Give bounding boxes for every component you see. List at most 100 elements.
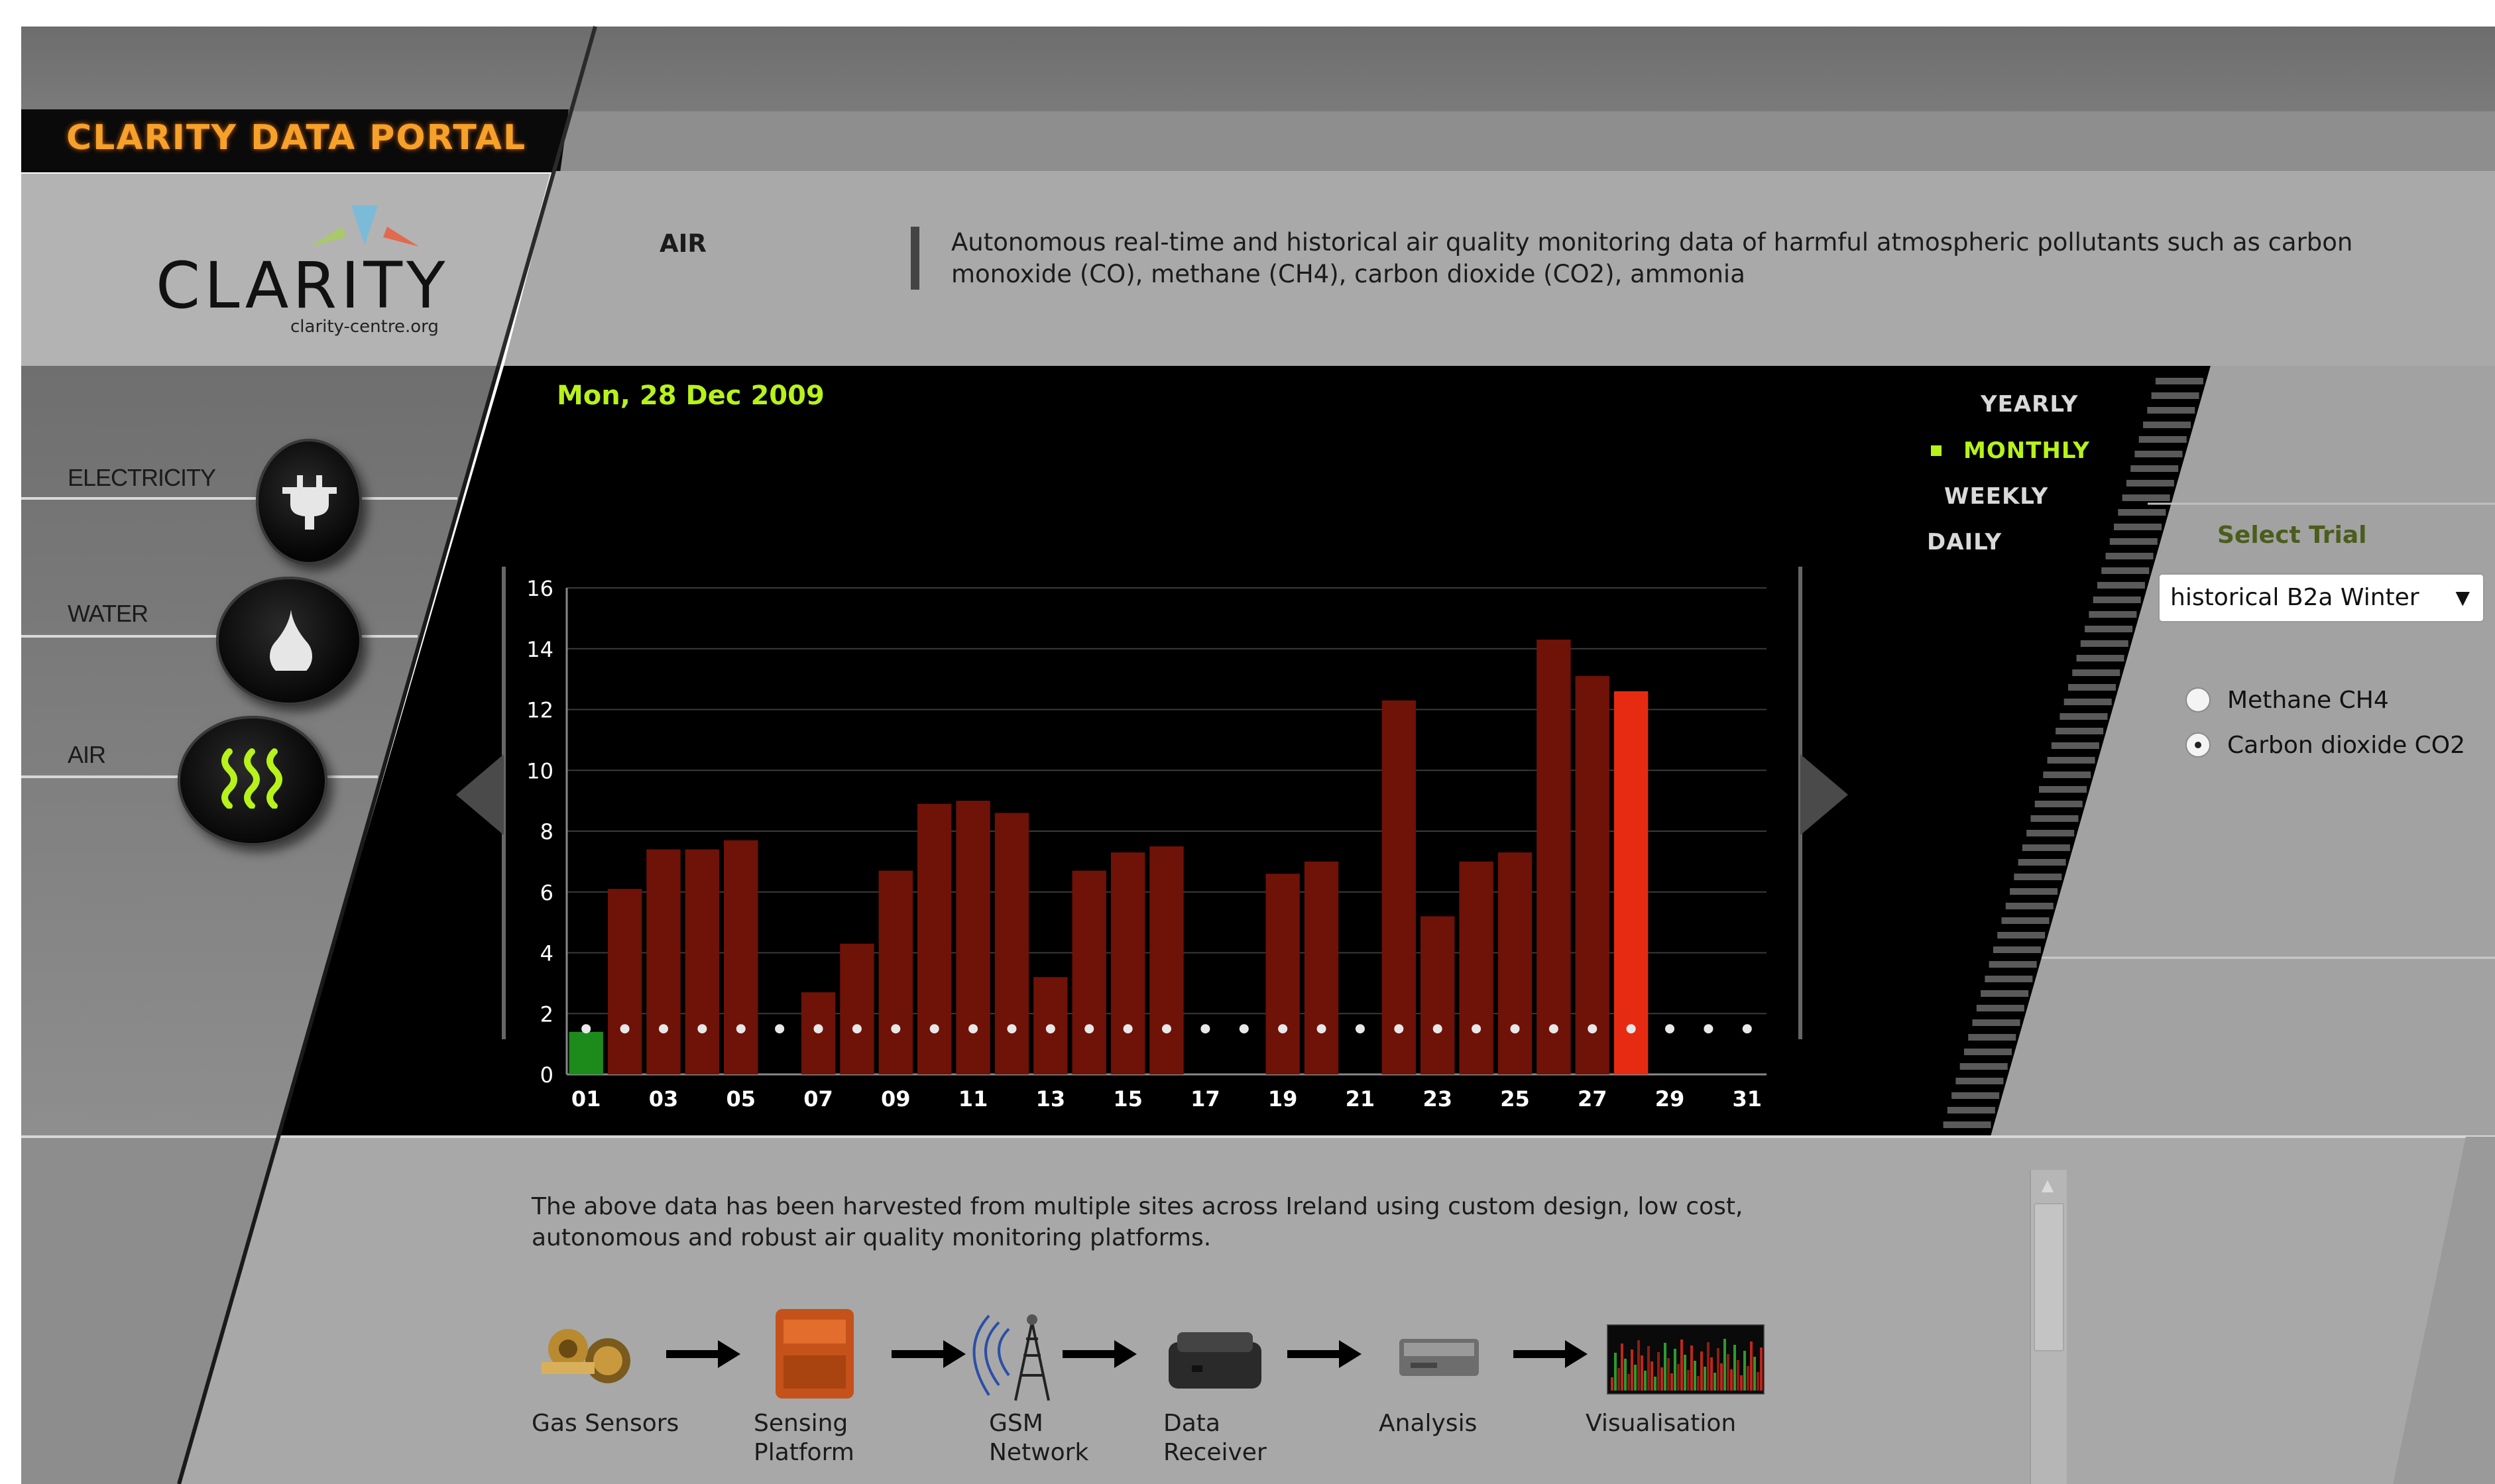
- day-marker: [929, 1024, 939, 1034]
- edge-stripe: [2109, 538, 2158, 545]
- edge-stripe: [2001, 917, 2050, 924]
- bar-day-2[interactable]: [607, 889, 642, 1074]
- vis-icon-bar: [1654, 1377, 1656, 1391]
- nav-button-water[interactable]: [216, 577, 362, 705]
- bar-day-28[interactable]: [1613, 691, 1649, 1074]
- day-marker: [1548, 1024, 1558, 1034]
- vis-icon-bar: [1657, 1352, 1660, 1391]
- x-tick-label: 13: [1036, 1086, 1066, 1112]
- edge-stripe: [1951, 1092, 2000, 1099]
- logo-url: clarity-centre.org: [290, 317, 439, 337]
- day-marker: [1588, 1024, 1597, 1034]
- bar-day-1[interactable]: [569, 1031, 603, 1074]
- vis-icon-bar: [1631, 1349, 1633, 1391]
- x-tick-label: 17: [1190, 1086, 1220, 1112]
- bar-day-24[interactable]: [1459, 861, 1493, 1074]
- period-daily[interactable]: DAILY: [1927, 529, 2002, 555]
- vis-icon-bar: [1634, 1365, 1637, 1391]
- clarity-data-portal: CLARITY DATA PORTAL CLARITY clarity-cent…: [0, 0, 2495, 1484]
- period-monthly[interactable]: MONTHLY: [1963, 437, 2090, 464]
- nav-label-electricity[interactable]: ELECTRICITY: [68, 464, 216, 492]
- edge-stripe: [2010, 888, 2058, 895]
- day-marker: [1626, 1024, 1636, 1034]
- bar-day-9[interactable]: [878, 870, 913, 1074]
- bar-day-16[interactable]: [1149, 846, 1184, 1074]
- day-marker: [1665, 1024, 1675, 1034]
- edge-stripe: [2089, 611, 2137, 618]
- bar-day-10[interactable]: [917, 803, 952, 1074]
- edge-stripe: [1943, 1121, 1991, 1128]
- bar-day-20[interactable]: [1304, 861, 1339, 1074]
- edge-stripe: [2122, 494, 2170, 501]
- vis-icon-bar: [1727, 1354, 1729, 1391]
- bar-day-23[interactable]: [1421, 916, 1455, 1074]
- bar-day-12[interactable]: [994, 813, 1029, 1074]
- pipeline-label-visualisation: Visualisation: [1586, 1410, 1737, 1437]
- visualisation-chart-icon: [1607, 1324, 1765, 1395]
- trial-select[interactable]: historical B2a Winter ▼: [2158, 573, 2484, 622]
- radio-methane-ch4[interactable]: [2185, 687, 2211, 713]
- edge-stripe: [2056, 728, 2104, 734]
- edge-stripe: [1976, 1005, 2024, 1011]
- radio-label-methane-ch4[interactable]: Methane CH4: [2227, 687, 2389, 714]
- edge-stripe: [2138, 436, 2187, 443]
- x-tick-label: 09: [881, 1086, 911, 1112]
- radio-carbon-dioxide-co2[interactable]: [2185, 732, 2211, 758]
- nav-button-electricity[interactable]: [256, 439, 362, 565]
- next-period-arrow[interactable]: [1800, 754, 1848, 835]
- bar-day-19[interactable]: [1265, 874, 1300, 1074]
- vis-icon-bar: [1737, 1360, 1739, 1391]
- period-weekly[interactable]: WEEKLY: [1944, 483, 2048, 510]
- vis-icon-bar: [1750, 1341, 1753, 1391]
- vis-icon-bar: [1700, 1351, 1703, 1391]
- edge-stripe: [1972, 1019, 2020, 1026]
- prev-period-arrow[interactable]: [456, 754, 504, 835]
- edge-stripe: [2076, 655, 2124, 661]
- gas-sensors-icon: [542, 1329, 630, 1383]
- edge-stripe: [1959, 1063, 2008, 1070]
- day-marker: [1200, 1024, 1210, 1034]
- vis-icon-bar: [1614, 1353, 1617, 1391]
- vis-icon-bar: [1637, 1340, 1640, 1391]
- edge-stripe: [2030, 815, 2079, 822]
- vis-icon-bar: [1747, 1366, 1749, 1391]
- bar-day-8[interactable]: [840, 943, 874, 1074]
- x-tick-label: 19: [1268, 1086, 1298, 1112]
- edge-stripe: [2143, 422, 2191, 428]
- vis-icon-bar: [1730, 1369, 1733, 1391]
- vis-icon-bar: [1677, 1364, 1680, 1391]
- day-marker: [813, 1024, 823, 1034]
- y-tick-label: 10: [526, 758, 553, 783]
- edge-stripe: [1981, 990, 2029, 997]
- trial-select-value: historical B2a Winter: [2170, 584, 2419, 611]
- x-tick-label: 11: [958, 1086, 988, 1112]
- bar-day-4[interactable]: [685, 849, 720, 1074]
- bar-day-14[interactable]: [1072, 870, 1106, 1074]
- data-receiver-icon: [1169, 1332, 1261, 1389]
- day-marker: [1007, 1024, 1017, 1034]
- radio-label-carbon-dioxide-co2[interactable]: Carbon dioxide CO2: [2227, 732, 2465, 759]
- scrollbar-thumb[interactable]: [2034, 1203, 2064, 1351]
- edge-stripe: [2093, 597, 2141, 603]
- bar-day-3[interactable]: [646, 849, 681, 1074]
- nav-label-water[interactable]: WATER: [68, 600, 148, 628]
- bar-day-5[interactable]: [724, 840, 758, 1074]
- edge-stripe: [1947, 1107, 1995, 1113]
- nav-label-air[interactable]: AIR: [68, 741, 106, 769]
- bar-day-22[interactable]: [1381, 700, 1417, 1074]
- scroll-up-icon[interactable]: ▲: [2031, 1172, 2064, 1198]
- bar-day-15[interactable]: [1110, 852, 1145, 1074]
- edge-stripe: [2097, 582, 2145, 589]
- bar-day-26[interactable]: [1537, 639, 1571, 1074]
- nav-button-air[interactable]: [178, 716, 327, 846]
- arrow-right-icon: [666, 1340, 740, 1368]
- edge-stripe: [2085, 626, 2133, 632]
- bar-day-25[interactable]: [1497, 852, 1533, 1074]
- vis-icon-bar: [1624, 1359, 1627, 1391]
- period-yearly[interactable]: YEARLY: [1981, 391, 2078, 418]
- day-marker: [1162, 1024, 1171, 1034]
- gsm-tower-icon: [972, 1314, 1050, 1401]
- bar-day-27[interactable]: [1575, 676, 1609, 1074]
- day-marker: [1394, 1024, 1404, 1034]
- day-marker: [1432, 1024, 1442, 1034]
